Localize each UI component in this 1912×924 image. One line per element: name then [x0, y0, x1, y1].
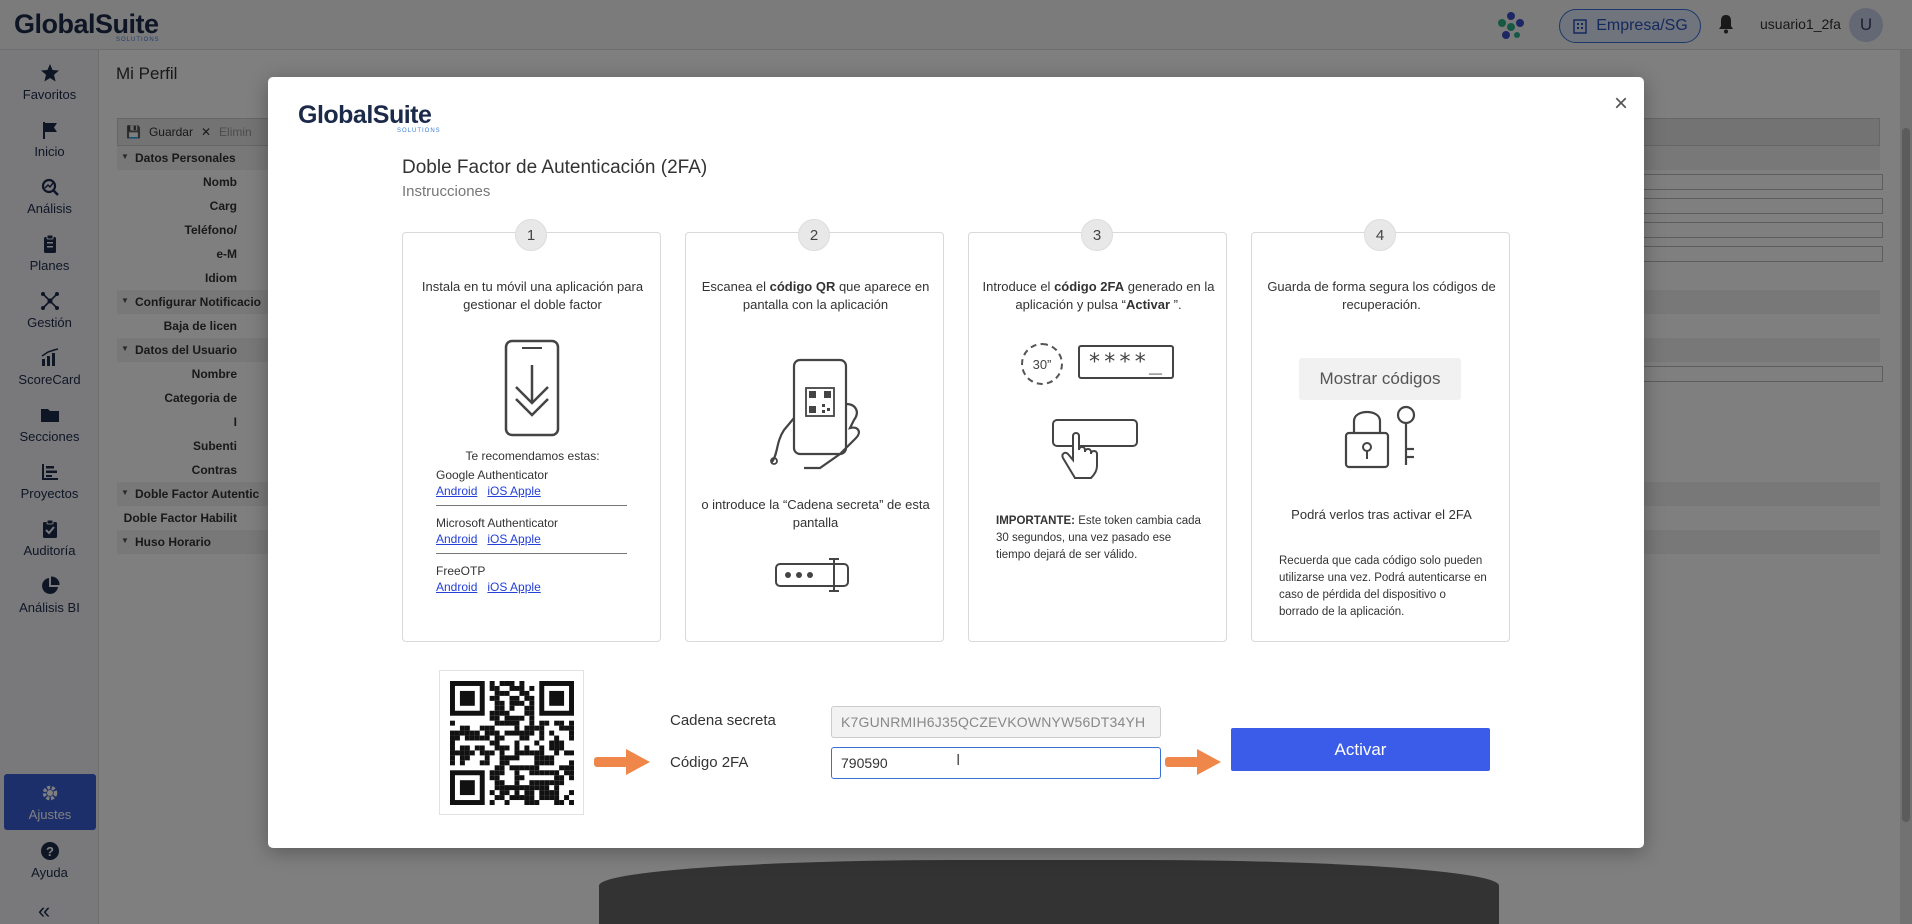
phone-download-icon: [504, 339, 560, 437]
step-number: 3: [1081, 219, 1113, 251]
step-3-text: Introduce el código 2FA generado en la a…: [982, 279, 1215, 312]
android-link[interactable]: Android: [436, 484, 477, 498]
two-factor-modal: GlobalSuite SOLUTIONS × Doble Factor de A…: [268, 77, 1644, 848]
step-2-text: Escanea el código QR que aparece en pant…: [701, 279, 930, 312]
step-4-text: Guarda de forma segura los códigos de re…: [1267, 279, 1496, 312]
password-field-icon: [775, 558, 849, 592]
secret-label: Cadena secreta: [670, 712, 776, 729]
recommend-text: Te recomendamos estas:: [465, 449, 600, 463]
step-4-note: Recuerda que cada código solo pueden uti…: [1279, 555, 1487, 618]
show-codes-button[interactable]: Mostrar códigos: [1299, 358, 1461, 400]
step-1-text: Instala en tu móvil una aplicación para …: [421, 279, 644, 312]
app-freeotp: FreeOTP Android iOS Apple: [436, 563, 627, 595]
android-link[interactable]: Android: [436, 532, 477, 546]
code-2fa-input[interactable]: 790590 I: [831, 747, 1161, 779]
modal-logo: GlobalSuite SOLUTIONS: [298, 101, 441, 134]
tap-button-icon: [1052, 419, 1138, 479]
modal-subtitle: Instrucciones: [402, 183, 491, 200]
modal-title: Doble Factor de Autenticación (2FA): [402, 157, 708, 178]
step-card-2: 2 Escanea el código QR que aparece en pa…: [685, 219, 944, 642]
step-3-important-note: IMPORTANTE: Este token cambia cada 30 se…: [996, 515, 1201, 561]
step-4-after-text: Podrá verlos tras activar el 2FA: [1291, 507, 1472, 522]
arrow-right-icon: [594, 749, 650, 775]
step-number: 1: [515, 219, 547, 251]
code-2fa-value: 790590: [841, 755, 888, 771]
step-2-alt-text: o introduce la “Cadena secreta” de esta …: [701, 497, 930, 530]
timer-icon: 30”: [1021, 343, 1063, 385]
step-card-4: 4 Guarda de forma segura los códigos de …: [1251, 219, 1510, 642]
step-card-3: 3 Introduce el código 2FA generado en la…: [968, 219, 1227, 642]
step-card-1: 1 Instala en tu móvil una aplicación par…: [402, 219, 661, 642]
android-link[interactable]: Android: [436, 580, 477, 594]
code-label: Código 2FA: [670, 754, 749, 771]
qr-code-image: [449, 680, 574, 805]
ios-link[interactable]: iOS Apple: [487, 580, 540, 594]
phone-qr-scan-icon: [770, 358, 860, 470]
ios-link[interactable]: iOS Apple: [487, 484, 540, 498]
ios-link[interactable]: iOS Apple: [487, 532, 540, 546]
arrow-right-icon: [1165, 749, 1221, 775]
step-number: 4: [1364, 219, 1396, 251]
qr-code: [439, 670, 584, 815]
app-microsoft: Microsoft Authenticator Android iOS Apple: [436, 515, 627, 554]
app-name: Microsoft Authenticator: [436, 516, 559, 530]
close-icon[interactable]: ×: [1608, 90, 1634, 117]
text-cursor-icon: I: [956, 752, 961, 769]
app-name: FreeOTP: [436, 564, 486, 578]
app-name: Google Authenticator: [436, 468, 549, 482]
secret-field[interactable]: K7GUNRMIH6J35QCZEVKOWNYW56DT34YH: [831, 706, 1161, 738]
activate-button[interactable]: Activar: [1231, 728, 1490, 771]
app-google: Google Authenticator Android iOS Apple: [436, 467, 627, 506]
step-number: 2: [798, 219, 830, 251]
lock-key-icon: [1344, 405, 1416, 469]
masked-token-icon: ****_: [1078, 345, 1174, 379]
